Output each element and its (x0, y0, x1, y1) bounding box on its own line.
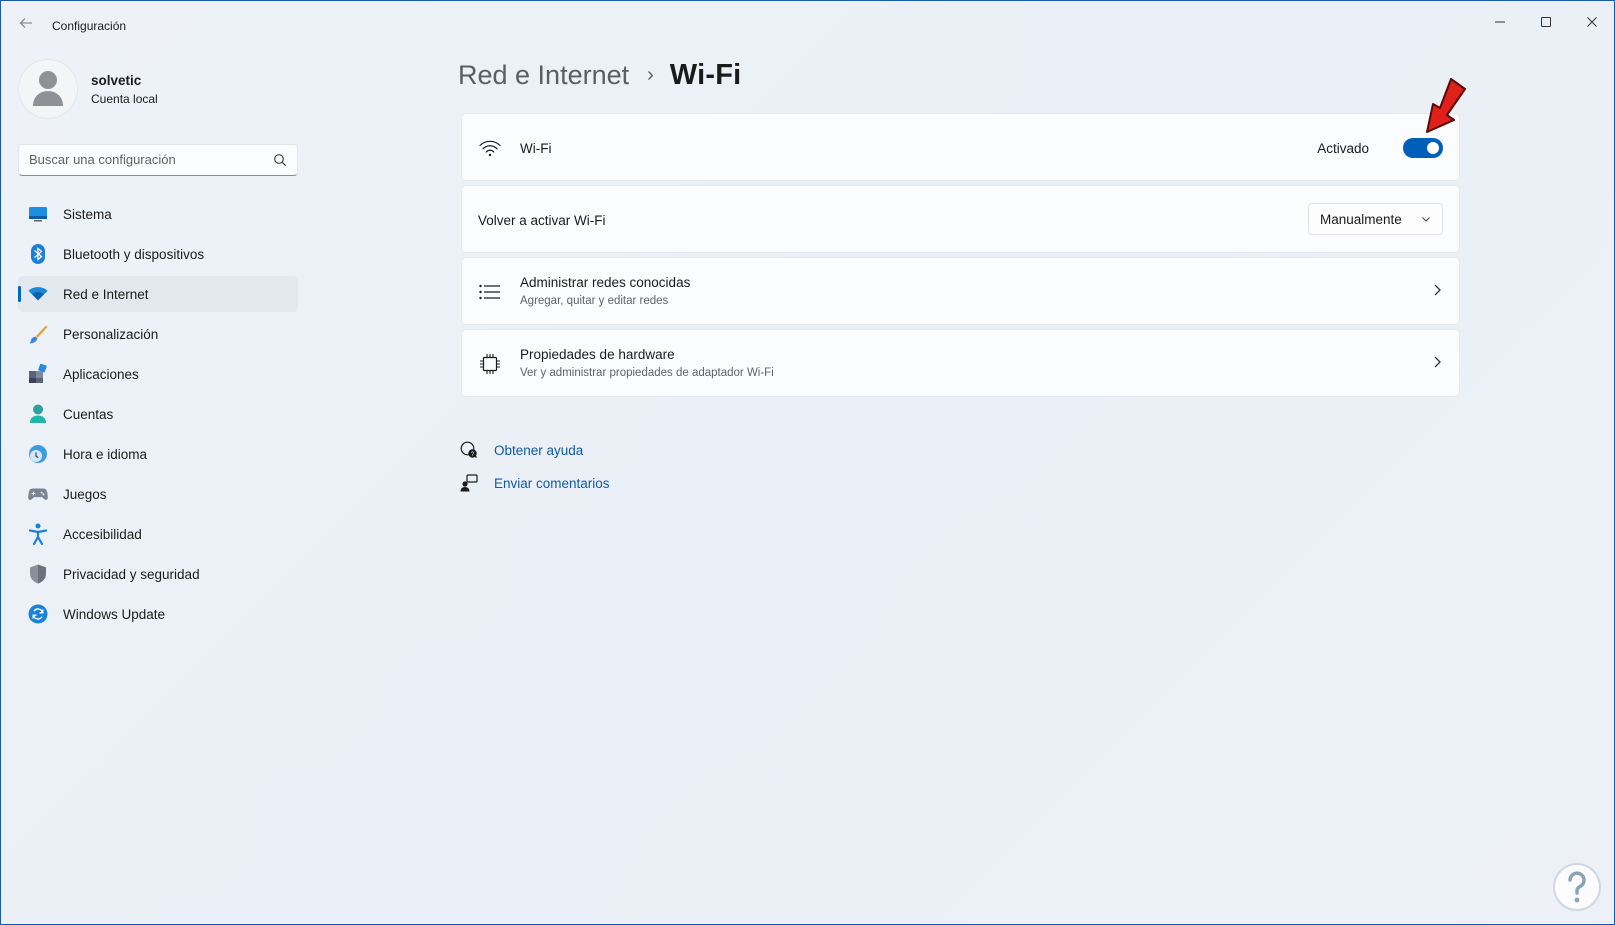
get-help-link[interactable]: ? Obtener ayuda (459, 437, 610, 463)
search-box[interactable] (18, 144, 298, 176)
gamepad-icon (28, 484, 48, 504)
send-feedback-text[interactable]: Enviar comentarios (494, 476, 610, 491)
shield-icon (28, 564, 48, 584)
maximize-icon (1541, 17, 1551, 27)
person-avatar-icon (33, 71, 63, 106)
dropdown-selected-value: Manualmente (1320, 212, 1402, 227)
sidebar-item-aplicaciones[interactable]: Aplicaciones (18, 356, 298, 392)
avatar (18, 59, 78, 119)
hardware-properties-title: Propiedades de hardware (520, 347, 675, 362)
bluetooth-icon (28, 244, 48, 264)
sidebar-item-sistema[interactable]: Sistema (18, 196, 298, 232)
search-icon (274, 154, 287, 167)
breadcrumb-separator: › (647, 64, 654, 86)
sidebar-item-label: Windows Update (63, 606, 166, 622)
sidebar-item-label: Bluetooth y dispositivos (63, 246, 205, 262)
known-networks-title: Administrar redes conocidas (520, 275, 691, 290)
back-arrow-icon (19, 18, 32, 28)
annotation-arrow-icon (1426, 78, 1466, 133)
minimize-icon (1495, 21, 1505, 23)
breadcrumb: Red e Internet › Wi-Fi (458, 59, 741, 92)
title-bar: Configuración (1, 1, 1614, 49)
page-title: Wi-Fi (669, 59, 742, 91)
person-icon (28, 404, 48, 424)
feedback-icon (459, 473, 479, 493)
profile-name: solvetic (91, 72, 142, 88)
profile-account-type: Cuenta local (91, 91, 158, 106)
brush-icon (28, 324, 48, 344)
help-links: ? Obtener ayuda Enviar comentarios (459, 437, 610, 503)
minimize-button[interactable] (1477, 7, 1523, 37)
sidebar-item-juegos[interactable]: Juegos (18, 476, 298, 512)
wifi-signal-icon (478, 136, 502, 160)
sidebar-item-accesibilidad[interactable]: Accesibilidad (18, 516, 298, 552)
hardware-properties-card[interactable]: Propiedades de hardware Ver y administra… (461, 329, 1460, 397)
maximize-button[interactable] (1523, 7, 1569, 37)
accessibility-icon (28, 523, 48, 545)
sidebar-item-label: Cuentas (63, 406, 114, 422)
back-button[interactable] (15, 15, 37, 37)
user-profile[interactable]: solvetic Cuenta local (18, 59, 158, 119)
update-icon (28, 604, 48, 624)
hardware-properties-subtitle: Ver y administrar propiedades de adaptad… (520, 367, 774, 379)
sidebar-item-cuentas[interactable]: Cuentas (18, 396, 298, 432)
sidebar-item-label: Accesibilidad (63, 526, 142, 542)
sidebar-item-label: Red e Internet (63, 286, 149, 302)
chevron-right-icon (1434, 356, 1441, 368)
known-networks-subtitle: Agregar, quitar y editar redes (520, 295, 669, 307)
help-icon: ? (459, 440, 479, 460)
wifi-toggle-card: Wi-Fi Activado (461, 113, 1460, 181)
sidebar-item-label: Personalización (63, 326, 159, 342)
apps-icon (28, 364, 48, 384)
sidebar-item-red-internet[interactable]: Red e Internet (18, 276, 298, 312)
sidebar-item-hora-idioma[interactable]: Hora e idioma (18, 436, 298, 472)
close-icon (1587, 17, 1597, 27)
sidebar-item-label: Juegos (63, 486, 107, 502)
sidebar-item-label: Aplicaciones (63, 366, 139, 382)
chip-icon (478, 352, 502, 376)
wifi-toggle[interactable] (1403, 138, 1443, 158)
sidebar-item-label: Privacidad y seguridad (63, 566, 200, 582)
get-help-text[interactable]: Obtener ayuda (494, 443, 583, 458)
clock-globe-icon (28, 444, 48, 464)
sidebar-item-windows-update[interactable]: Windows Update (18, 596, 298, 632)
breadcrumb-parent[interactable]: Red e Internet (458, 60, 629, 91)
sidebar-nav: Sistema Bluetooth y dispositivos Red e I… (18, 196, 298, 636)
sidebar-item-privacidad[interactable]: Privacidad y seguridad (18, 556, 298, 592)
sidebar-item-bluetooth[interactable]: Bluetooth y dispositivos (18, 236, 298, 272)
search-input[interactable] (29, 152, 259, 167)
manage-known-networks-card[interactable]: Administrar redes conocidas Agregar, qui… (461, 257, 1460, 325)
wifi-icon (28, 284, 48, 304)
reactivate-wifi-dropdown[interactable]: Manualmente (1308, 203, 1443, 235)
app-title: Configuración (52, 19, 127, 33)
list-icon (478, 280, 502, 304)
watermark-logo-icon (1553, 863, 1601, 911)
sidebar-item-label: Hora e idioma (63, 446, 148, 462)
monitor-icon (28, 204, 48, 224)
reactivate-wifi-card: Volver a activar Wi-Fi Manualmente (461, 185, 1460, 253)
wifi-title: Wi-Fi (520, 141, 552, 156)
toggle-state-label: Activado (1317, 141, 1369, 156)
close-button[interactable] (1569, 7, 1615, 37)
sidebar-item-personalizacion[interactable]: Personalización (18, 316, 298, 352)
toggle-knob (1427, 142, 1439, 154)
send-feedback-link[interactable]: Enviar comentarios (459, 470, 610, 496)
reactivate-wifi-title: Volver a activar Wi-Fi (478, 213, 606, 228)
chevron-right-icon (1434, 284, 1441, 296)
chevron-down-icon (1422, 217, 1430, 222)
sidebar-item-label: Sistema (63, 206, 112, 222)
